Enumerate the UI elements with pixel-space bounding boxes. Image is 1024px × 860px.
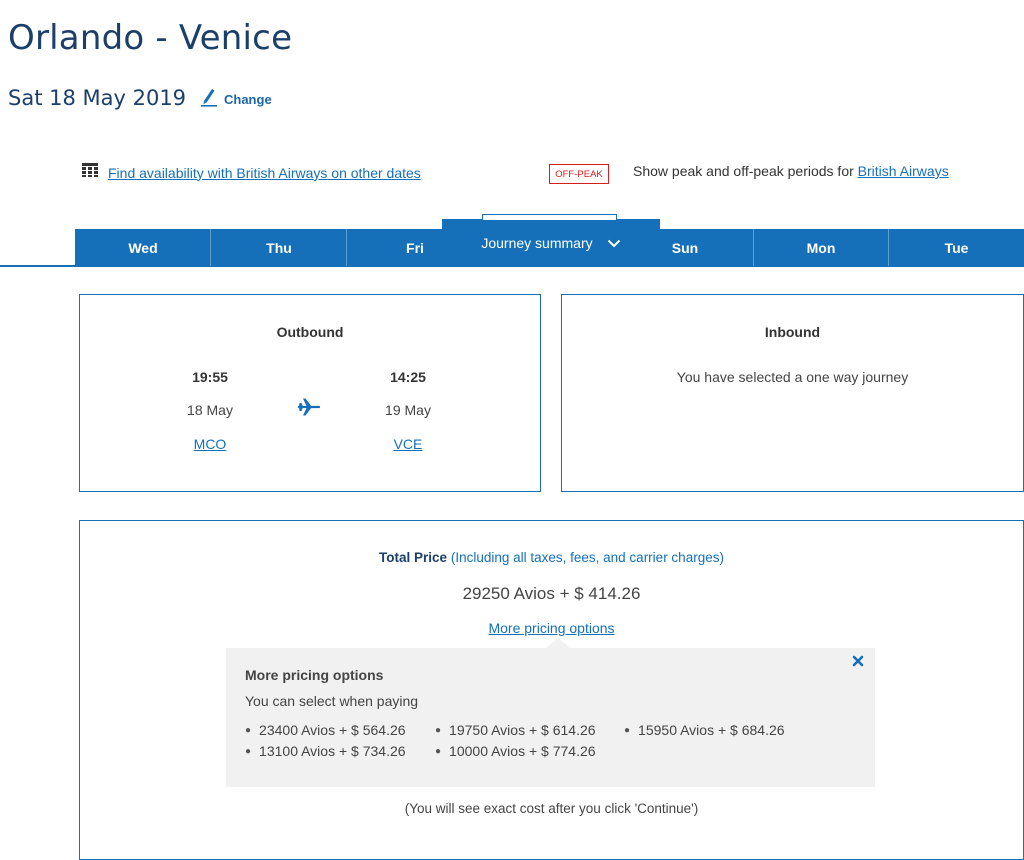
more-pricing-link[interactable]: More pricing options — [79, 620, 1024, 636]
tab-wed[interactable]: Wed — [75, 229, 211, 266]
total-price-line: Total Price (Including all taxes, fees, … — [79, 550, 1024, 565]
peak-periods-label: Show peak and off-peak periods for — [633, 163, 854, 179]
travel-date: Sat 18 May 2019 — [8, 86, 187, 110]
popup-arrow — [546, 638, 570, 648]
offpeak-badge: OFF-PEAK — [549, 164, 609, 184]
arrive-time: 14:25 — [390, 369, 426, 385]
pricing-option-label: 10000 Avios + $ 774.26 — [449, 743, 596, 759]
pricing-option-label: 23400 Avios + $ 564.26 — [259, 722, 406, 738]
tab-mon[interactable]: Mon — [753, 229, 889, 266]
pricing-option[interactable]: ● 19750 Avios + $ 614.26 — [435, 722, 596, 738]
pricing-option[interactable]: ● 10000 Avios + $ 774.26 — [435, 743, 596, 759]
peak-periods-text: Show peak and off-peak periods for Briti… — [633, 163, 949, 179]
total-price-label: Total Price — [379, 550, 448, 565]
inbound-message: You have selected a one way journey — [676, 369, 909, 385]
total-price-amount: 29250 Avios + $ 414.26 — [462, 584, 641, 603]
find-availability-text: Find availability with British Airways o… — [108, 164, 421, 181]
change-date-button[interactable]: Change — [200, 87, 272, 112]
depart-time: 19:55 — [192, 369, 228, 385]
pricing-option-label: 19750 Avios + $ 614.26 — [449, 722, 596, 738]
total-price-note: (Including all taxes, fees, and carrier … — [450, 550, 724, 565]
journey-summary-toggle[interactable]: Journey summary — [442, 233, 660, 253]
journey-summary-label: Journey summary — [481, 235, 593, 251]
pricing-option[interactable]: ● 23400 Avios + $ 564.26 — [245, 722, 406, 738]
tab-thu[interactable]: Thu — [211, 229, 347, 266]
british-airways-link[interactable]: British Airways — [858, 163, 949, 179]
chevron-down-icon — [607, 235, 621, 251]
close-icon[interactable] — [852, 654, 864, 672]
popup-subtitle: You can select when paying — [245, 693, 419, 709]
depart-airport-link[interactable]: MCO — [150, 436, 270, 452]
continue-note: (You will see exact cost after you click… — [404, 801, 699, 816]
inbound-heading: Inbound — [764, 324, 821, 340]
calendar-grid-icon — [82, 163, 98, 182]
page-title: Orlando - Venice — [8, 18, 293, 58]
arrive-airport-link[interactable]: VCE — [348, 436, 468, 452]
depart-date: 18 May — [187, 402, 233, 418]
change-label: Change — [224, 92, 272, 107]
arrive-date: 19 May — [385, 402, 431, 418]
outbound-heading: Outbound — [276, 324, 344, 340]
journey-summary-notch — [482, 214, 617, 220]
find-availability-link[interactable]: Find availability with British Airways o… — [82, 163, 421, 182]
pricing-option-label: 13100 Avios + $ 734.26 — [259, 743, 406, 759]
pricing-option[interactable]: ● 15950 Avios + $ 684.26 — [624, 722, 785, 738]
pricing-option[interactable]: ● 13100 Avios + $ 734.26 — [245, 743, 406, 759]
pricing-option-label: 15950 Avios + $ 684.26 — [638, 722, 785, 738]
popup-title: More pricing options — [245, 667, 384, 683]
pencil-icon — [200, 87, 218, 112]
tab-tue[interactable]: Tue — [889, 229, 1024, 266]
plane-icon — [297, 397, 321, 422]
